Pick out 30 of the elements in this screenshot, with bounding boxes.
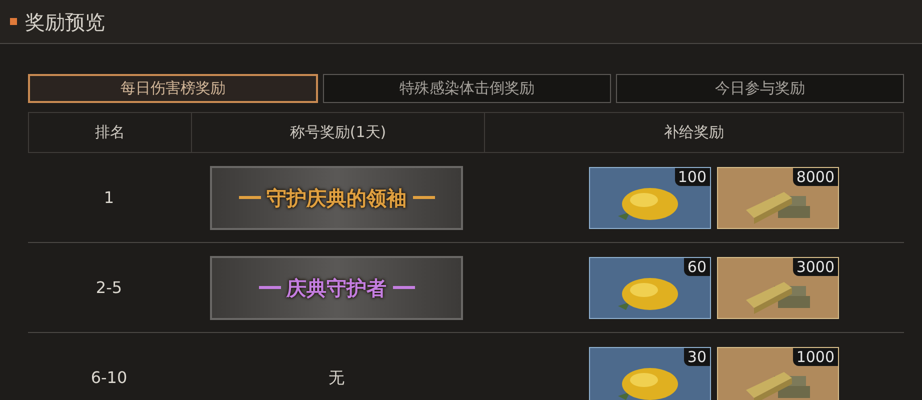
reward-item[interactable]: 60 [588,256,710,318]
title-text: 庆典守护者 [286,274,386,302]
column-header: 排名 [94,122,126,144]
item-count: 100 [674,168,710,186]
title-text: 守护庆典的领袖 [266,184,406,212]
panel-title: 奖励预览 [25,8,105,36]
rank-cell-text: 1 [104,186,114,208]
tab[interactable]: 特殊感染体击倒奖励 [323,74,611,103]
rank-cell-text: 6-10 [90,367,128,389]
dash-line [412,196,434,199]
dash-line [258,286,280,289]
item-count: 8000 [793,168,838,186]
title-cell-text: 无 [328,367,344,389]
item-count: 3000 [793,258,838,276]
dash-line [238,196,260,199]
item-count: 60 [684,258,710,276]
dash-line [392,286,414,289]
square-icon [10,18,17,25]
item-count: 1000 [793,348,838,366]
reward-item[interactable]: 3000 [716,256,838,318]
reward-item[interactable]: 30 [588,347,710,400]
tab[interactable]: 每日伤害榜奖励 [28,74,318,103]
reward-item[interactable]: 1000 [716,347,838,400]
tab[interactable]: 今日参与奖励 [616,74,904,103]
rank-cell-text: 2-5 [96,276,122,298]
column-header: 补给奖励 [484,113,903,152]
reward-item[interactable]: 100 [588,166,710,228]
item-count: 30 [684,348,710,366]
column-header: 称号奖励(1天) [191,113,484,152]
reward-item[interactable]: 8000 [716,166,838,228]
